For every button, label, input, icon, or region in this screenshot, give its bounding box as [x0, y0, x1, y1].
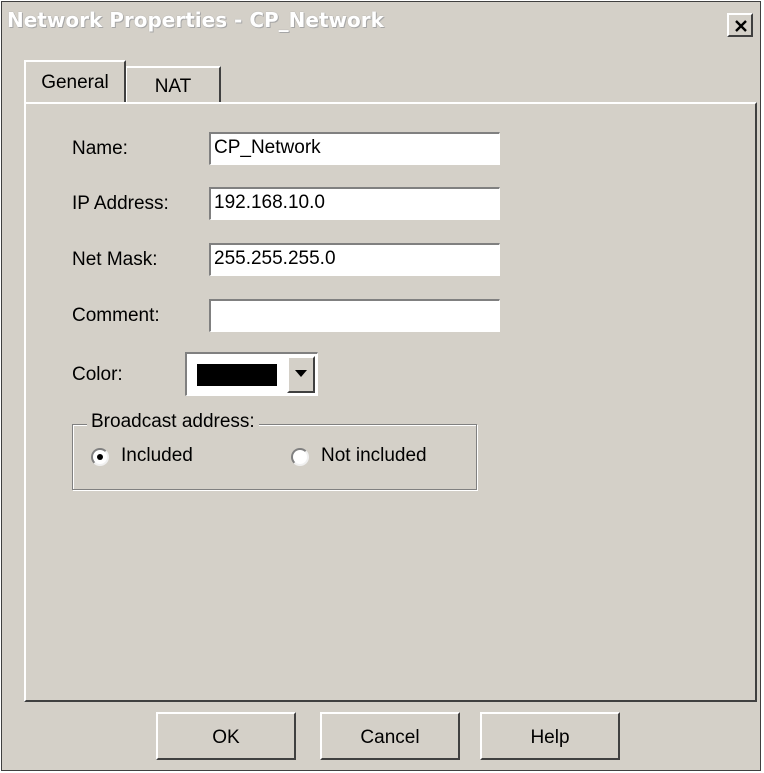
close-button[interactable]	[727, 13, 753, 37]
tab-general[interactable]: General	[24, 60, 126, 102]
ip-address-field[interactable]: 192.168.10.0	[209, 187, 500, 220]
color-dropdown-button[interactable]	[287, 356, 315, 393]
general-tab-panel: Name: CP_Network IP Address: 192.168.10.…	[24, 102, 757, 702]
comment-field[interactable]	[209, 299, 500, 332]
color-label: Color:	[72, 364, 123, 385]
ok-button[interactable]: OK	[156, 712, 296, 760]
net-mask-label: Net Mask:	[72, 249, 158, 270]
tab-nat[interactable]: NAT	[125, 66, 221, 102]
comment-label: Comment:	[72, 305, 160, 326]
window-title: Network Properties - CP_Network	[7, 8, 384, 32]
color-swatch	[197, 364, 277, 386]
cancel-button[interactable]: Cancel	[320, 712, 460, 760]
close-icon	[735, 20, 747, 32]
radio-included-label: Included	[121, 445, 193, 466]
title-bar[interactable]: Network Properties - CP_Network	[2, 2, 760, 40]
radio-not-included-label: Not included	[321, 445, 427, 466]
radio-included-button[interactable]	[91, 448, 109, 466]
name-field[interactable]: CP_Network	[209, 132, 500, 165]
broadcast-address-legend: Broadcast address:	[87, 411, 259, 433]
ip-address-label: IP Address:	[72, 193, 169, 214]
network-properties-dialog: Network Properties - CP_Network NAT Gene…	[1, 1, 761, 771]
net-mask-field[interactable]: 255.255.255.0	[209, 243, 500, 276]
broadcast-address-group: Broadcast address: Included Not included	[72, 411, 477, 490]
radio-not-included-button[interactable]	[291, 448, 309, 466]
help-button[interactable]: Help	[480, 712, 620, 760]
chevron-down-icon	[295, 370, 307, 377]
radio-selected-dot	[97, 454, 103, 460]
color-select[interactable]	[185, 352, 318, 396]
name-label: Name:	[72, 138, 128, 159]
